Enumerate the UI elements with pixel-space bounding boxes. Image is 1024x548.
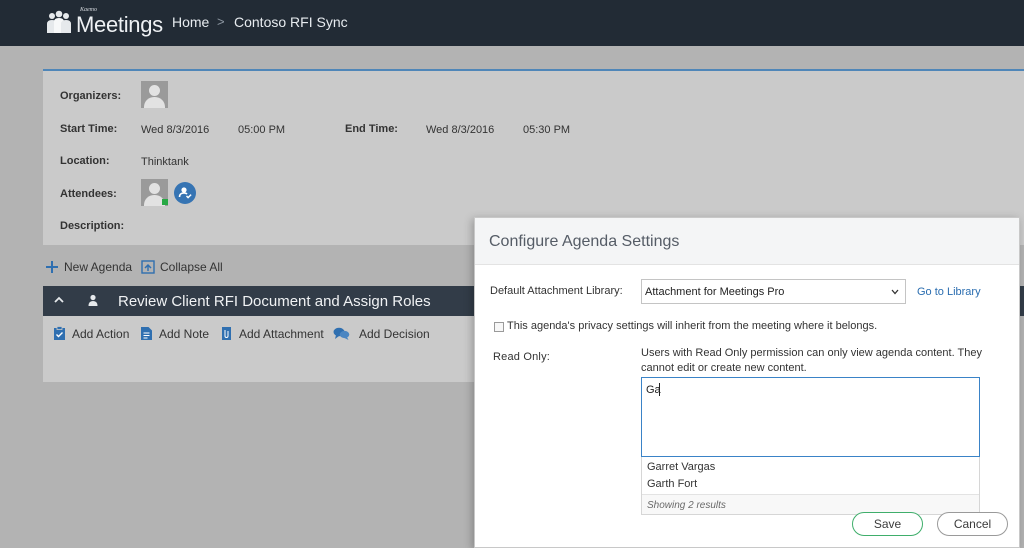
add-decision-label: Add Decision [359, 327, 430, 341]
dialog-header: Configure Agenda Settings [475, 218, 1019, 265]
app-title[interactable]: Meetings [76, 12, 163, 38]
agenda-title: Review Client RFI Document and Assign Ro… [118, 293, 431, 310]
person-icon [88, 294, 98, 306]
inherit-privacy-label: This agenda's privacy settings will inhe… [507, 320, 878, 332]
inherit-privacy-checkbox[interactable] [494, 322, 504, 332]
cancel-button[interactable]: Cancel [937, 512, 1008, 536]
top-bar: Kaemo Meetings Home > Contoso RFI Sync [0, 0, 1024, 46]
start-date-value: Wed 8/3/2016 [141, 124, 210, 136]
location-label: Location: [60, 155, 110, 167]
clipboard-check-icon [54, 326, 65, 340]
new-agenda-label: New Agenda [64, 260, 133, 274]
note-icon [141, 327, 152, 340]
person-check-icon [178, 187, 192, 199]
start-time-label: Start Time: [60, 123, 118, 135]
suggestions-count: Showing 2 results [647, 500, 726, 511]
suggestion-item[interactable]: Garth Fort [647, 478, 697, 490]
end-time-label: End Time: [345, 123, 398, 135]
add-note-button[interactable]: Add Note [140, 326, 212, 342]
add-attachment-button[interactable]: Add Attachment [220, 326, 328, 342]
location-value: Thinktank [141, 156, 189, 168]
attendee-status-button[interactable] [174, 182, 196, 204]
add-decision-button[interactable]: Add Decision [333, 326, 433, 342]
default-library-value: Attachment for Meetings Pro [645, 286, 785, 298]
default-library-label: Default Attachment Library: [490, 285, 623, 297]
end-time-value: 05:30 PM [523, 124, 571, 136]
read-only-people-picker[interactable]: Ga [641, 377, 980, 457]
add-action-button[interactable]: Add Action [53, 326, 133, 342]
add-attachment-label: Add Attachment [239, 327, 324, 341]
collapse-icon [141, 260, 155, 274]
start-time-value: 05:00 PM [238, 124, 286, 136]
breadcrumb-separator: > [217, 14, 225, 29]
plus-icon [46, 261, 58, 273]
dialog-title: Configure Agenda Settings [489, 233, 680, 250]
presence-indicator [162, 199, 168, 205]
organizers-label: Organizers: [60, 90, 122, 102]
text-cursor [659, 383, 660, 396]
add-note-label: Add Note [159, 327, 210, 341]
go-to-library-link[interactable]: Go to Library [917, 286, 981, 298]
end-date-value: Wed 8/3/2016 [426, 124, 495, 136]
save-button[interactable]: Save [852, 512, 923, 536]
read-only-label: Read Only: [493, 351, 551, 363]
breadcrumb-site[interactable]: Contoso RFI Sync [234, 14, 348, 30]
read-only-description: Users with Read Only permission can only… [641, 347, 982, 374]
configure-agenda-dialog: Configure Agenda Settings Default Attach… [474, 217, 1020, 548]
people-suggestions-dropdown: Garret Vargas Garth Fort Showing 2 resul… [641, 457, 980, 515]
attendees-label: Attendees: [60, 188, 117, 200]
description-label: Description: [60, 220, 125, 232]
meetings-logo-icon [47, 10, 71, 33]
breadcrumb-home[interactable]: Home [172, 14, 209, 30]
chevron-down-icon [891, 289, 899, 295]
organizer-avatar[interactable] [141, 81, 168, 108]
add-action-label: Add Action [72, 327, 130, 341]
attachment-icon [222, 327, 231, 340]
collapse-all-label: Collapse All [160, 260, 223, 274]
chevron-up-icon[interactable] [53, 294, 65, 306]
default-library-select[interactable]: Attachment for Meetings Pro [641, 279, 906, 304]
suggestions-footer: Showing 2 results [642, 494, 979, 514]
suggestion-item[interactable]: Garret Vargas [647, 461, 715, 473]
decision-chat-icon [333, 327, 350, 340]
